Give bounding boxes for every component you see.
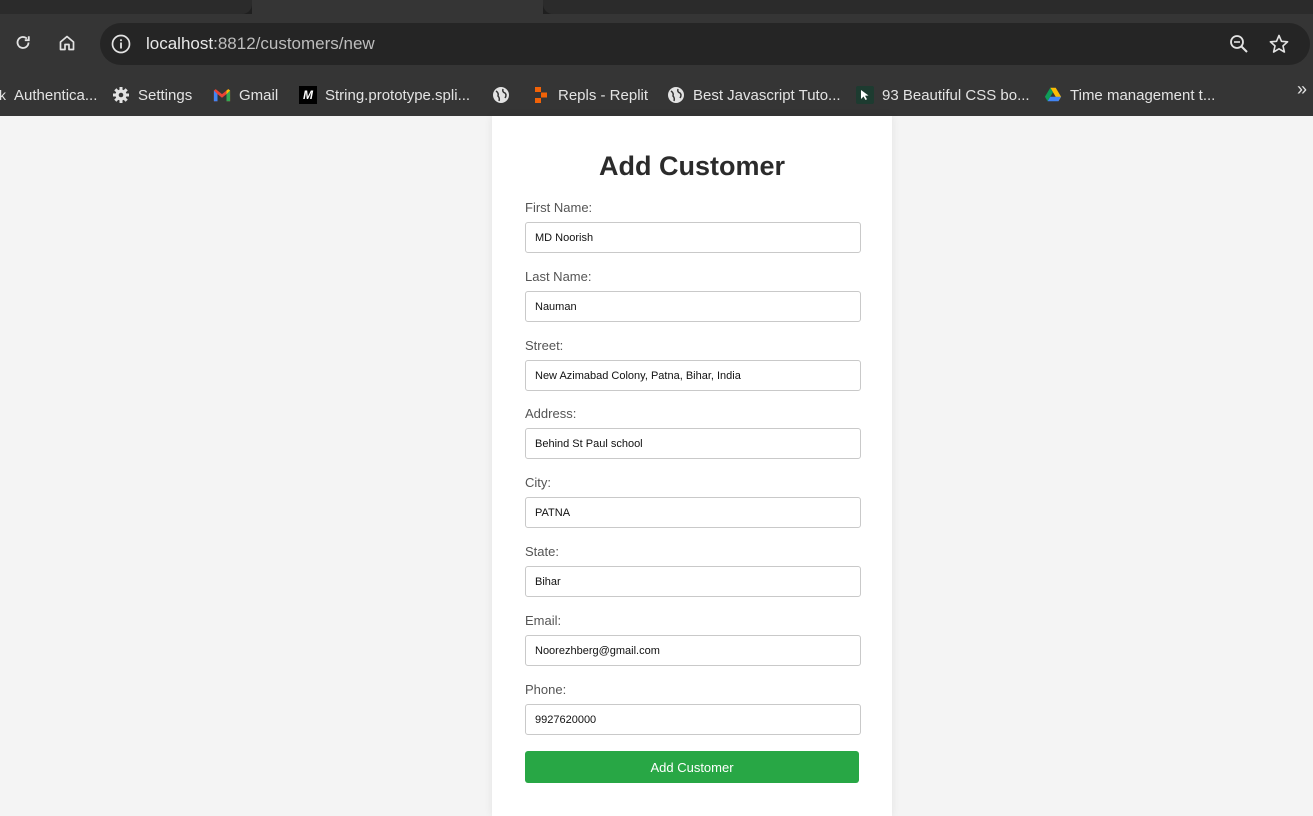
gmail-icon xyxy=(213,86,231,104)
bookmarks-bar: k Authentica... Settings Gmail M String.… xyxy=(0,74,1313,116)
browser-toolbar: localhost:8812/customers/new xyxy=(0,14,1313,74)
site-info-icon[interactable] xyxy=(110,33,132,55)
drive-icon xyxy=(1044,86,1062,104)
first-name-field: First Name: xyxy=(525,200,861,253)
bookmark-label: Authentica... xyxy=(14,86,98,104)
replit-icon xyxy=(532,86,550,104)
form-title: Add Customer xyxy=(598,151,785,181)
bookmark-item[interactable]: k Authentica... xyxy=(0,81,97,109)
gear-icon xyxy=(112,86,130,104)
home-icon xyxy=(59,35,75,51)
bookmark-item[interactable]: Time management t... xyxy=(1044,81,1215,109)
bookmark-item[interactable]: Repls - Replit xyxy=(532,81,648,109)
city-field: City: xyxy=(525,475,861,528)
phone-label: Phone: xyxy=(525,682,567,697)
cursor-icon xyxy=(856,86,874,104)
bookmark-label: Gmail xyxy=(239,86,279,104)
bookmark-item[interactable]: M String.prototype.spli... xyxy=(299,81,470,109)
address-bar[interactable]: localhost:8812/customers/new xyxy=(100,23,1310,65)
bookmark-label: Time management t... xyxy=(1070,86,1216,104)
bookmark-item[interactable]: Settings xyxy=(112,81,192,109)
last-name-label: Last Name: xyxy=(525,269,592,284)
key-icon: k xyxy=(0,87,6,103)
state-label: State: xyxy=(525,544,559,559)
address-field: Address: xyxy=(525,406,861,459)
url-host: localhost xyxy=(146,34,214,53)
bookmark-item[interactable] xyxy=(492,81,510,109)
bookmark-label: Settings xyxy=(138,86,193,104)
address-input[interactable] xyxy=(525,428,861,459)
phone-field: Phone: xyxy=(525,682,861,735)
first-name-input[interactable] xyxy=(525,222,861,253)
page-content: Add Customer First Name: Last Name: Stre… xyxy=(0,116,1313,816)
url-text[interactable]: localhost:8812/customers/new xyxy=(146,34,375,54)
reload-icon xyxy=(16,36,30,49)
email-label: Email: xyxy=(525,613,562,628)
bookmark-item[interactable]: 93 Beautiful CSS bo... xyxy=(856,81,1030,109)
tab-strip xyxy=(0,0,1313,14)
state-input[interactable] xyxy=(525,566,861,597)
bookmark-label: String.prototype.spli... xyxy=(325,86,471,104)
email-input[interactable] xyxy=(525,635,861,666)
bookmark-item[interactable]: Gmail xyxy=(213,81,278,109)
bookmark-label: Best Javascript Tuto... xyxy=(693,86,841,104)
last-name-field: Last Name: xyxy=(525,269,861,322)
email-field: Email: xyxy=(525,613,861,666)
mdn-icon: M xyxy=(299,86,317,104)
globe-icon xyxy=(492,86,510,104)
first-name-label: First Name: xyxy=(525,200,593,215)
state-field: State: xyxy=(525,544,861,597)
globe-icon xyxy=(667,86,685,104)
customer-form: Add Customer First Name: Last Name: Stre… xyxy=(492,116,892,816)
city-label: City: xyxy=(525,475,551,490)
bookmarks-overflow-button[interactable]: » xyxy=(1297,79,1307,100)
tab-inactive[interactable] xyxy=(0,0,252,14)
tab-inactive[interactable] xyxy=(543,0,1313,14)
phone-input[interactable] xyxy=(525,704,861,735)
bookmark-star-icon[interactable] xyxy=(1268,33,1290,55)
zoom-icon[interactable] xyxy=(1228,33,1250,55)
bookmark-label: 93 Beautiful CSS bo... xyxy=(882,86,1030,104)
tab-active[interactable] xyxy=(252,0,543,14)
add-customer-button[interactable]: Add Customer xyxy=(525,751,859,783)
last-name-input[interactable] xyxy=(525,291,861,322)
street-label: Street: xyxy=(525,338,564,353)
address-label: Address: xyxy=(525,406,577,421)
reload-button[interactable] xyxy=(8,28,38,58)
city-input[interactable] xyxy=(525,497,861,528)
street-field: Street: xyxy=(525,338,861,391)
url-path: :8812/customers/new xyxy=(213,34,375,53)
bookmark-label: Repls - Replit xyxy=(558,86,649,104)
street-input[interactable] xyxy=(525,360,861,391)
bookmark-item[interactable]: Best Javascript Tuto... xyxy=(667,81,841,109)
home-button[interactable] xyxy=(52,28,82,58)
